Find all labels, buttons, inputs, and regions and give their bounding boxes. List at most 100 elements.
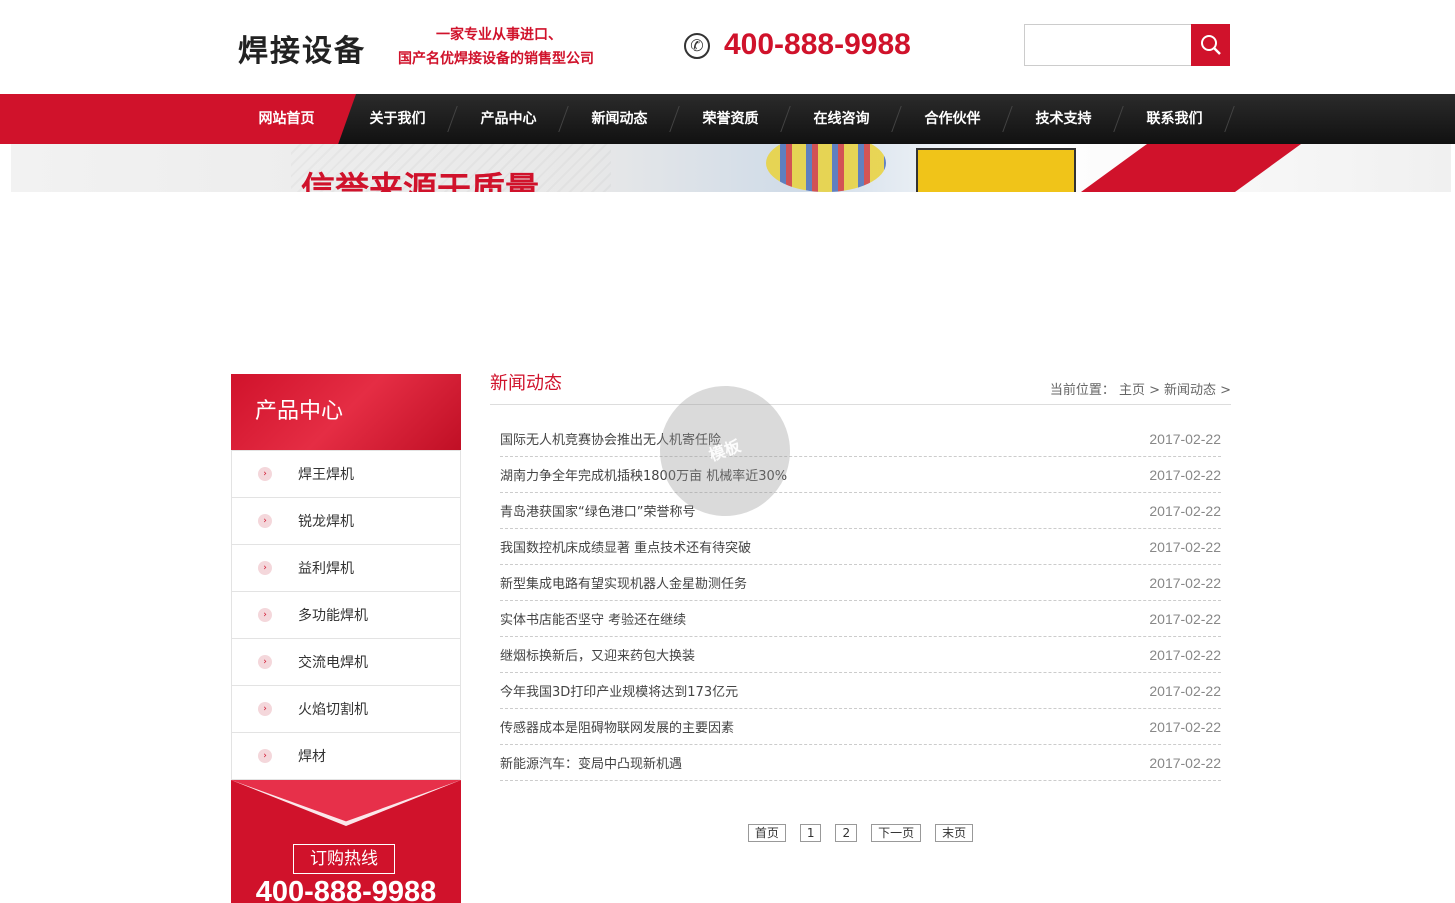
nav-item-about[interactable]: 关于我们 — [342, 94, 458, 144]
logo-slogan-line2: 国产名优焊接设备的销售型公司 — [398, 51, 594, 67]
nav-item-consult[interactable]: 在线咨询 — [786, 94, 902, 144]
hotline-number: 400-888-9988 — [255, 876, 437, 903]
news-item[interactable]: 国际无人机竞赛协会推出无人机寄任险 2017-02-22 — [500, 421, 1221, 457]
section-header: 新闻动态 当前位置： 主页 > 新闻动态 > — [490, 366, 1231, 405]
banner-red-band — [1081, 144, 1301, 192]
sidebar-item[interactable]: › 交流电焊机 — [232, 638, 460, 685]
news-item[interactable]: 继烟标换新后，又迎来药包大换装 2017-02-22 — [500, 637, 1221, 673]
news-date: 2017-02-22 — [1149, 610, 1221, 627]
nav-item-label: 技术支持 — [1035, 111, 1092, 127]
nav-item-products[interactable]: 产品中心 — [453, 94, 569, 144]
phone-icon: ✆ — [684, 33, 710, 59]
pager-first-button[interactable]: 首页 — [747, 824, 786, 842]
breadcrumb-prefix: 当前位置： — [1049, 383, 1115, 398]
search-button[interactable] — [1191, 24, 1230, 66]
welding-machine-graphic — [916, 148, 1076, 192]
balloon-graphic — [766, 144, 886, 192]
nav-item-partners[interactable]: 合作伙伴 — [897, 94, 1013, 144]
nav-item-label: 网站首页 — [258, 111, 315, 127]
sidebar-item-label: 多功能焊机 — [298, 608, 368, 624]
sidebar-item-label: 焊王焊机 — [298, 467, 354, 483]
news-date: 2017-02-22 — [1149, 718, 1221, 735]
nav-separator — [1224, 106, 1235, 132]
nav-item-honors[interactable]: 荣誉资质 — [675, 94, 791, 144]
news-item[interactable]: 传感器成本是阻碍物联网发展的主要因素 2017-02-22 — [500, 709, 1221, 745]
news-date: 2017-02-22 — [1149, 682, 1221, 699]
chevron-right-icon: › — [258, 467, 272, 481]
sidebar-title: 产品中心 — [231, 374, 461, 450]
sidebar-item-label: 益利焊机 — [298, 561, 354, 577]
chevron-right-icon: › — [258, 749, 272, 763]
nav-item-home[interactable]: 网站首页 — [231, 94, 342, 144]
news-date: 2017-02-22 — [1149, 502, 1221, 519]
news-title[interactable]: 继烟标换新后，又迎来药包大换装 — [500, 645, 695, 664]
news-title[interactable]: 新能源汽车：变局中凸现新机遇 — [500, 753, 682, 772]
chevron-right-icon: › — [258, 514, 272, 528]
sidebar-item[interactable]: › 焊材 — [232, 732, 460, 779]
nav-item-label: 关于我们 — [369, 111, 426, 127]
nav-item-support[interactable]: 技术支持 — [1008, 94, 1124, 144]
news-date: 2017-02-22 — [1149, 466, 1221, 483]
search-input[interactable] — [1025, 25, 1191, 65]
nav-item-label: 联系我们 — [1146, 111, 1203, 127]
logo-text[interactable]: 焊接设备 — [238, 26, 366, 70]
news-item[interactable]: 湖南力争全年完成机插秧1800万亩 机械率近30% 2017-02-22 — [500, 457, 1221, 493]
sidebar-item-label: 锐龙焊机 — [298, 514, 354, 530]
news-item[interactable]: 我国数控机床成绩显著 重点技术还有待突破 2017-02-22 — [500, 529, 1221, 565]
news-title[interactable]: 我国数控机床成绩显著 重点技术还有待突破 — [500, 537, 751, 556]
pager-last-button[interactable]: 末页 — [935, 824, 974, 842]
pager-page-2-button[interactable]: 2 — [835, 824, 858, 842]
news-title[interactable]: 传感器成本是阻碍物联网发展的主要因素 — [500, 717, 734, 736]
hotline-label: 订购热线 — [293, 844, 395, 874]
nav-item-label: 在线咨询 — [813, 111, 870, 127]
breadcrumb: 当前位置： 主页 > 新闻动态 > — [1050, 379, 1231, 398]
news-item[interactable]: 新能源汽车：变局中凸现新机遇 2017-02-22 — [500, 745, 1221, 781]
search-box — [1024, 24, 1191, 66]
banner-text: 信誉来源于质量 — [301, 170, 539, 192]
news-title[interactable]: 今年我国3D打印产业规模将达到173亿元 — [500, 681, 738, 700]
breadcrumb-current-link[interactable]: 新闻动态 > — [1164, 379, 1231, 398]
news-date: 2017-02-22 — [1149, 574, 1221, 591]
chevron-right-icon: › — [258, 608, 272, 622]
banner-image: 信誉来源于质量 — [11, 144, 1451, 192]
news-title[interactable]: 新型集成电路有望实现机器人金星勘测任务 — [500, 573, 747, 592]
search-icon — [1201, 35, 1221, 55]
news-date: 2017-02-22 — [1149, 754, 1221, 771]
pager-next-button[interactable]: 下一页 — [871, 824, 922, 842]
nav-item-label: 新闻动态 — [591, 111, 648, 127]
site-header: 焊接设备 一家专业从事进口、 国产名优焊接设备的销售型公司 ✆ 400-888-… — [0, 0, 1455, 94]
chevron-right-icon: › — [258, 702, 272, 716]
header-phone-number: 400-888-9988 — [724, 28, 911, 61]
sidebar-item-label: 火焰切割机 — [298, 702, 368, 718]
sidebar-list: › 焊王焊机 › 锐龙焊机 › 益利焊机 › 多功能焊机 › 交流电焊机 › 火焰切割机 ›… — [231, 450, 461, 780]
news-section: 新闻动态 当前位置： 主页 > 新闻动态 > 国际无人机竞赛协会推出无人机寄任险… — [490, 366, 1231, 781]
nav-item-news[interactable]: 新闻动态 — [564, 94, 680, 144]
logo-slogan-line1: 一家专业从事进口、 — [436, 27, 562, 43]
pagination: 首页 1 2 下一页 末页 — [490, 824, 1231, 842]
page-title: 新闻动态 — [490, 373, 562, 394]
sidebar-item-label: 焊材 — [298, 749, 326, 765]
sidebar-item[interactable]: › 锐龙焊机 — [232, 497, 460, 544]
envelope-flap-graphic — [231, 780, 461, 822]
news-item[interactable]: 新型集成电路有望实现机器人金星勘测任务 2017-02-22 — [500, 565, 1221, 601]
nav-item-contact[interactable]: 联系我们 — [1119, 94, 1235, 144]
news-date: 2017-02-22 — [1149, 646, 1221, 663]
news-date: 2017-02-22 — [1149, 430, 1221, 447]
breadcrumb-home-link[interactable]: 主页 > — [1119, 379, 1160, 398]
nav-item-label: 合作伙伴 — [924, 111, 981, 127]
sidebar-item[interactable]: › 火焰切割机 — [232, 685, 460, 732]
sidebar-item[interactable]: › 焊王焊机 — [232, 450, 460, 497]
news-item[interactable]: 青岛港获国家“绿色港口”荣誉称号 2017-02-22 — [500, 493, 1221, 529]
pager-page-1-button[interactable]: 1 — [799, 824, 822, 842]
sidebar-item[interactable]: › 益利焊机 — [232, 544, 460, 591]
sidebar-item[interactable]: › 多功能焊机 — [232, 591, 460, 638]
news-title[interactable]: 青岛港获国家“绿色港口”荣誉称号 — [500, 501, 695, 520]
news-item[interactable]: 今年我国3D打印产业规模将达到173亿元 2017-02-22 — [500, 673, 1221, 709]
news-title[interactable]: 实体书店能否坚守 考验还在继续 — [500, 609, 686, 628]
hotline-panel: 订购热线 400-888-9988 — [231, 780, 461, 903]
news-list: 国际无人机竞赛协会推出无人机寄任险 2017-02-22 湖南力争全年完成机插秧1… — [490, 421, 1231, 781]
nav-item-label: 荣誉资质 — [702, 111, 759, 127]
chevron-right-icon: › — [258, 655, 272, 669]
news-item[interactable]: 实体书店能否坚守 考验还在继续 2017-02-22 — [500, 601, 1221, 637]
nav-item-label: 产品中心 — [480, 111, 537, 127]
